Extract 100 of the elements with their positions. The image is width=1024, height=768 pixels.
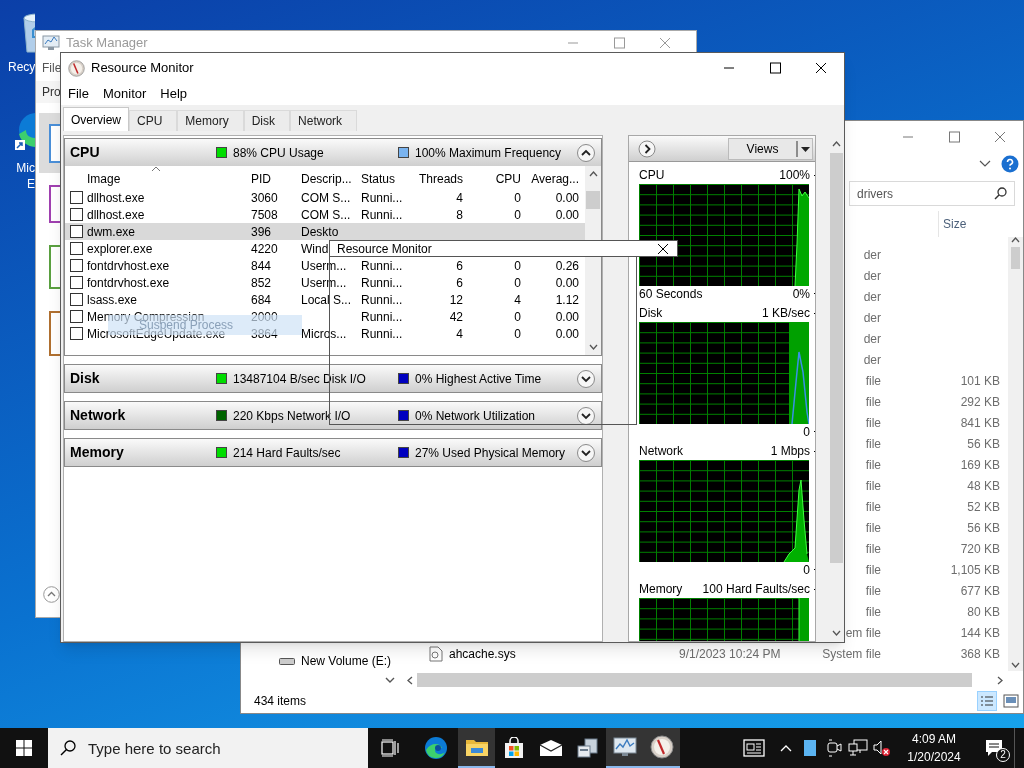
file-type: file <box>865 435 881 453</box>
table-cell: 0.26 <box>555 258 579 273</box>
selected-row[interactable]: dwm.exe 396 Deskto <box>65 223 586 240</box>
notification-button[interactable]: 2 <box>974 728 1014 768</box>
file-size: 144 KB <box>960 624 1000 642</box>
column-header[interactable]: PID <box>251 170 301 188</box>
file-size: 101 KB <box>960 372 1000 390</box>
column-header[interactable]: Status <box>361 170 413 188</box>
file-size: 1,105 KB <box>950 561 1000 579</box>
collapse-icon[interactable] <box>576 142 596 163</box>
expand-ribbon-icon[interactable] <box>979 160 991 168</box>
scroll-left-icon[interactable] <box>407 675 413 685</box>
tab[interactable]: CPU <box>129 110 178 131</box>
table-cell: 6 <box>456 275 463 290</box>
fewer-details-icon[interactable] <box>43 586 60 603</box>
network-icon[interactable] <box>848 739 868 757</box>
menu-item[interactable]: File <box>42 59 62 77</box>
large-icons-view-icon[interactable] <box>1001 691 1021 711</box>
scroll-up-icon[interactable] <box>588 171 598 177</box>
table-cell: 0.00 <box>555 190 579 205</box>
scroll-down-icon[interactable] <box>832 630 841 636</box>
scroll-thumb[interactable] <box>830 153 843 563</box>
news-icon[interactable] <box>743 739 765 757</box>
chevron-up-icon[interactable] <box>780 744 792 752</box>
tab[interactable]: Overview <box>63 107 129 131</box>
search-field[interactable]: Type here to search <box>48 728 368 768</box>
column-header[interactable]: Image <box>87 170 251 188</box>
scroll-thumb[interactable] <box>1011 247 1020 269</box>
views-button[interactable]: Views <box>728 137 813 160</box>
desktop-icon-label[interactable]: Mic E <box>10 160 35 192</box>
scroll-down-icon[interactable] <box>588 344 598 350</box>
column-header[interactable]: Descrip... <box>301 170 361 188</box>
camera-icon[interactable] <box>826 739 842 757</box>
menu-item[interactable]: File <box>61 84 96 104</box>
scroll-right-icon[interactable] <box>997 675 1003 685</box>
section-header[interactable]: CPU 88% CPU Usage 100% Maximum Frequency <box>65 139 601 166</box>
search-icon[interactable] <box>994 186 1007 200</box>
checkbox[interactable] <box>70 327 83 340</box>
tab[interactable]: Pro <box>42 83 61 101</box>
column-header[interactable]: Averag... <box>521 170 579 188</box>
server-icon <box>575 737 600 759</box>
scroll-up-icon[interactable] <box>1011 237 1020 243</box>
checkbox[interactable] <box>70 293 83 306</box>
sidebar-item[interactable] <box>39 113 60 173</box>
checkbox[interactable] <box>70 242 83 255</box>
scrollbar[interactable] <box>1008 237 1023 671</box>
stat-label: 214 Hard Faults/sec <box>233 444 341 462</box>
expand-icon[interactable] <box>576 368 596 389</box>
volume-muted-icon[interactable] <box>872 739 892 757</box>
section-header[interactable]: Memory 214 Hard Faults/sec 27% Used Physical Memory <box>65 439 601 466</box>
table-cell: 0 <box>514 190 521 205</box>
taskbar-app-button[interactable] <box>643 728 680 768</box>
checkbox[interactable] <box>70 225 83 238</box>
count-badge: 2 <box>996 748 1010 762</box>
column-header[interactable]: Threads <box>413 170 463 188</box>
scroll-down-icon[interactable] <box>1011 662 1020 668</box>
file-type: file <box>865 540 881 558</box>
details-view-icon[interactable] <box>977 691 997 711</box>
checkbox[interactable] <box>70 276 83 289</box>
tab[interactable]: Network <box>290 110 358 131</box>
expand-icon[interactable] <box>576 405 596 426</box>
scroll-down-icon[interactable] <box>385 677 395 683</box>
table-cell: 12 <box>449 292 463 307</box>
clock[interactable]: 4:09 AM 1/20/2024 <box>894 728 974 768</box>
tab[interactable]: Memory <box>177 110 244 131</box>
nav-item[interactable]: New Volume (E:) <box>241 650 401 671</box>
section-title: Network <box>70 406 127 425</box>
table-cell: Local S... <box>301 292 352 307</box>
desktop-icon-label[interactable]: Recy <box>8 58 36 76</box>
tab[interactable]: Disk <box>243 110 291 131</box>
scrollbar[interactable] <box>829 135 844 642</box>
expand-icon[interactable] <box>576 442 596 463</box>
column-header[interactable]: CPU <box>463 170 521 188</box>
file-type: em file <box>845 624 881 642</box>
table-cell: 3060 <box>251 190 278 205</box>
search-field[interactable]: drivers <box>849 181 1015 206</box>
checkbox[interactable] <box>70 208 83 221</box>
column-header[interactable]: Size <box>938 211 1008 237</box>
menu-item[interactable]: Help <box>153 84 195 104</box>
table-cell: Runni... <box>361 292 403 307</box>
taskbar-app-button[interactable] <box>458 728 495 768</box>
table-cell: dwm.exe <box>87 224 136 239</box>
taskbar-app-button[interactable] <box>606 728 643 768</box>
checkbox[interactable] <box>70 310 83 323</box>
scrollbar[interactable] <box>585 166 601 355</box>
table-cell: Runni... <box>361 326 403 341</box>
help-icon[interactable] <box>1001 155 1019 173</box>
graph-scale: 1 KB/sec <box>761 305 810 322</box>
scroll-thumb[interactable] <box>586 191 601 209</box>
scroll-up-icon[interactable] <box>832 141 841 147</box>
close-button[interactable] <box>657 242 669 255</box>
expand-icon[interactable] <box>638 139 656 158</box>
graph-min-label: 0 <box>803 424 810 441</box>
graph-title: Disk <box>639 305 663 322</box>
menu-item[interactable]: Monitor <box>95 84 154 104</box>
checkbox[interactable] <box>70 259 83 272</box>
scroll-thumb[interactable] <box>417 673 972 687</box>
table-cell: 0.00 <box>555 326 579 341</box>
file-name[interactable]: ahcache.sys <box>449 644 516 663</box>
checkbox[interactable] <box>70 191 83 204</box>
